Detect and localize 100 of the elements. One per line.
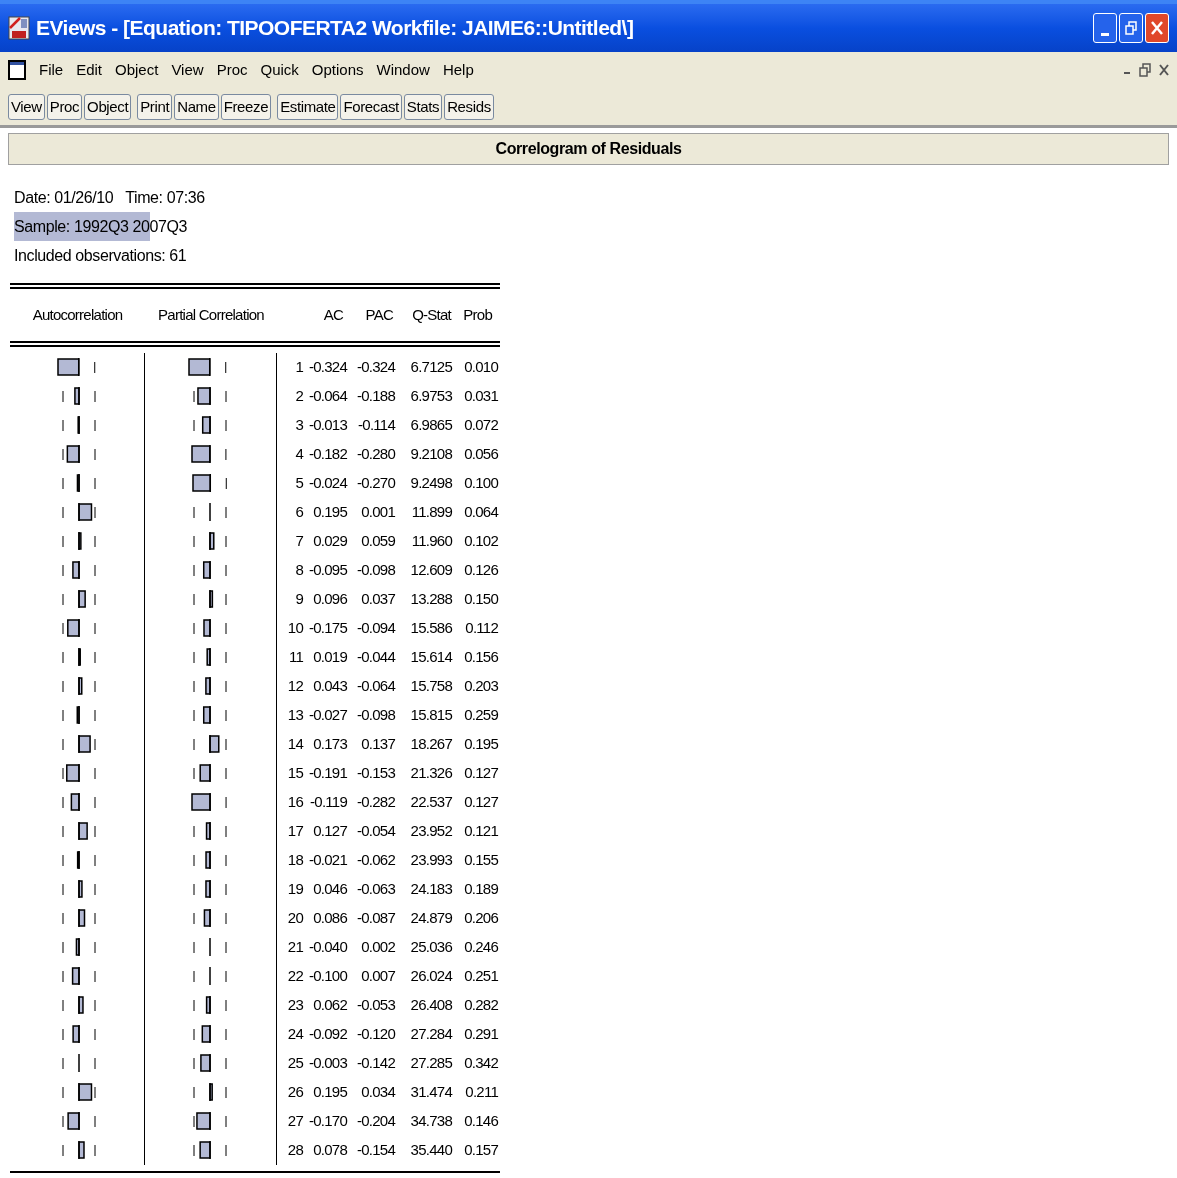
table-cell-text: 0.007 [361, 966, 395, 987]
table-cell-text: -0.182 [308, 444, 347, 465]
correlation-bar-drawing [62, 967, 96, 986]
restore-button[interactable] [1119, 13, 1143, 43]
lag-number: 11 [288, 647, 303, 668]
close-button[interactable] [1145, 13, 1169, 43]
menu-item[interactable]: Quick [260, 58, 299, 82]
menu-item[interactable]: Edit [76, 58, 103, 82]
sample-text: 07Q3 [149, 217, 188, 237]
table-cell-text: 0.034 [361, 1082, 395, 1103]
correlation-bar-drawing [193, 909, 227, 928]
lag-number: 21 [287, 937, 303, 958]
table-cell-text: 0.001 [361, 502, 395, 523]
column-header: AC [323, 304, 343, 325]
menu-item[interactable]: Options [311, 58, 364, 82]
table-cell-text: -0.282 [356, 792, 395, 813]
table-cell-text: 0.291 [464, 1024, 498, 1045]
table-cell-text: -0.120 [356, 1024, 395, 1045]
table-cell-text: 6.7125 [410, 357, 452, 378]
table-cell-text: 0.112 [465, 618, 498, 639]
table-cell-text: -0.191 [308, 763, 347, 784]
table-cell-text: 24.183 [410, 879, 452, 900]
table-cell-text: 9.2108 [410, 444, 452, 465]
table-cell-text: 0.059 [361, 531, 395, 552]
toolbar-button[interactable]: Proc [46, 93, 83, 120]
correlation-bar-drawing [62, 532, 96, 551]
menu-item[interactable]: Help [442, 58, 474, 82]
correlation-bar-drawing [62, 1025, 96, 1044]
lag-number: 3 [295, 415, 303, 436]
menu-item[interactable]: Object [115, 58, 159, 82]
table-cell-text: 0.096 [313, 589, 347, 610]
toolbar-button[interactable]: Print [137, 93, 173, 120]
correlation-bar-drawing [62, 996, 96, 1015]
table-cell-text: 12.609 [410, 560, 452, 581]
toolbar-button[interactable]: Estimate [277, 93, 339, 120]
window-title: EViews - [Equation: TIPOOFERTA2 Workfile: JAIME6::Untitled\] [36, 15, 634, 42]
correlation-bar-drawing [193, 967, 227, 986]
table-cell-text: -0.098 [356, 560, 395, 581]
menu-item[interactable]: Window [376, 58, 430, 82]
correlation-bar-drawing [193, 677, 227, 696]
table-cell-text: 0.002 [361, 937, 395, 958]
table-cell-text: 18.267 [410, 734, 452, 755]
menu-item[interactable]: File [39, 58, 64, 82]
table-cell-text: 0.086 [313, 908, 347, 929]
toolbar-button[interactable]: Forecast [340, 93, 402, 120]
correlation-bar-drawing [62, 677, 96, 696]
correlation-bar-drawing [190, 793, 227, 812]
lag-number: 16 [287, 792, 303, 813]
correlation-bar-drawing [193, 387, 227, 406]
app-icon [8, 16, 30, 40]
table-cell-text: 0.121 [464, 821, 498, 842]
lag-number: 20 [287, 908, 303, 929]
table-cell-text: -0.142 [356, 1053, 395, 1074]
table-cell-text: 0.072 [464, 415, 498, 436]
table-cell-text: 0.046 [313, 879, 347, 900]
table-cell-text: 0.342 [464, 1053, 498, 1074]
table-cell-text: 15.758 [410, 676, 452, 697]
table-cell-text: -0.040 [308, 937, 347, 958]
correlation-bar-drawing [193, 880, 227, 899]
table-cell-text: -0.024 [308, 473, 347, 494]
lag-number: 1 [295, 357, 303, 378]
table-cell-text: 0.146 [464, 1111, 498, 1132]
lag-number: 6 [295, 502, 303, 523]
correlation-bar-drawing [62, 764, 96, 783]
toolbar-button[interactable]: Object [84, 93, 132, 120]
correlation-bar-drawing [193, 1112, 227, 1131]
minimize-button[interactable] [1093, 13, 1117, 43]
column-header: PAC [365, 304, 393, 325]
close-icon [1150, 20, 1164, 36]
toolbar-button[interactable]: Stats [403, 93, 443, 120]
table-cell-text: 0.037 [361, 589, 395, 610]
correlation-bar-drawing [188, 358, 227, 377]
correlation-bar-drawing [62, 474, 96, 493]
table-cell-text: 26.408 [410, 995, 452, 1016]
lag-number: 9 [295, 589, 303, 610]
close-icon[interactable] [1159, 64, 1169, 76]
menu-item[interactable]: Proc [216, 58, 248, 82]
table-cell-text: 0.137 [361, 734, 395, 755]
lag-number: 18 [287, 850, 303, 871]
table-cell-text: 0.203 [464, 676, 498, 697]
menu-item[interactable]: View [171, 58, 204, 82]
column-header: Autocorrelation [32, 304, 123, 325]
observations-text: Included observations: 61 [14, 246, 187, 266]
restore-icon[interactable] [1139, 63, 1151, 77]
table-cell-text: -0.013 [308, 415, 347, 436]
document-icon [8, 60, 26, 80]
table-cell-text: 35.440 [410, 1140, 452, 1161]
correlation-bar-drawing [62, 648, 96, 667]
toolbar-button[interactable]: Name [174, 93, 219, 120]
table-cell-text: 11.899 [411, 502, 452, 523]
table-cell-text: -0.094 [356, 618, 395, 639]
lag-number: 22 [287, 966, 303, 987]
toolbar-button[interactable]: View [8, 93, 45, 120]
table-cell-text: -0.098 [356, 705, 395, 726]
correlation-bar-drawing [193, 590, 227, 609]
toolbar-button[interactable]: Resids [444, 93, 494, 120]
correlation-bar-drawing [193, 561, 227, 580]
correlation-bar-drawing [193, 822, 227, 841]
table-cell-text: 27.284 [410, 1024, 452, 1045]
toolbar-button[interactable]: Freeze [220, 93, 272, 120]
